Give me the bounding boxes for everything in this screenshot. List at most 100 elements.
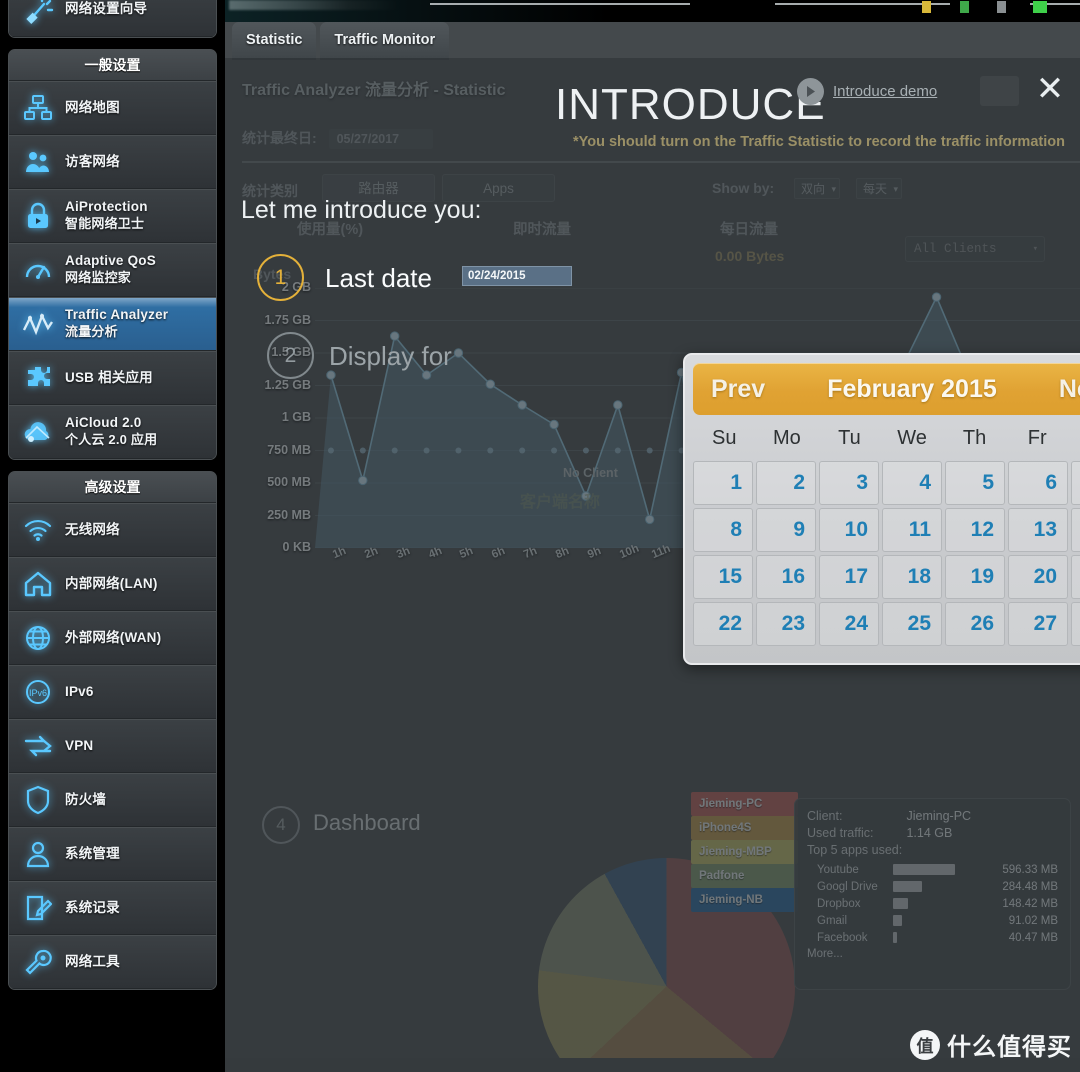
shield-icon [21, 783, 55, 817]
calendar-day-cell[interactable]: 11 [882, 508, 942, 552]
sidebar-item-label: Adaptive QoS [65, 253, 156, 269]
calendar-day-cell[interactable]: 8 [693, 508, 753, 552]
introduce-note: *You should turn on the Traffic Statisti… [573, 134, 1065, 150]
network-map-icon [21, 91, 55, 125]
sidebar-item-label: 无线网络 [65, 521, 120, 537]
date-picker-calendar: Prev February 2015 Next Su Mo Tu We Th Fr Sa 1… [683, 353, 1080, 665]
calendar-day-cell[interactable]: 12 [945, 508, 1005, 552]
sidebar-item-label: 内部网络(LAN) [65, 575, 158, 591]
sidebar-item-label: Traffic Analyzer [65, 307, 169, 323]
calendar-day-cell[interactable]: 1 [693, 461, 753, 505]
wand-icon [21, 0, 55, 27]
calendar-day-cell[interactable]: 13 [1008, 508, 1068, 552]
chart-line-icon [21, 307, 55, 341]
calendar-day-cell[interactable]: 22 [693, 602, 753, 646]
calendar-day-cell[interactable]: 5 [945, 461, 1005, 505]
tab-traffic-monitor[interactable]: Traffic Monitor [320, 22, 450, 60]
calendar-day-cell[interactable]: 2 [756, 461, 816, 505]
calendar-day-cell[interactable]: 28 [1071, 602, 1080, 646]
sidebar-item-firewall[interactable]: 防火墙 [9, 773, 216, 827]
sidebar-advanced-header: 高级设置 [9, 472, 216, 503]
sidebar-item-aiprotection[interactable]: AiProtection 智能网络卫士 [9, 189, 216, 243]
sidebar-item-label: 系统记录 [65, 899, 120, 915]
tab-bar: Statistic Traffic Monitor [232, 22, 450, 60]
close-icon[interactable]: ✕ [1030, 70, 1070, 110]
introduce-placeholder-box[interactable] [980, 76, 1019, 106]
sidebar-item-traffic-analyzer[interactable]: Traffic Analyzer 流量分析 [9, 297, 216, 351]
calendar-day-cell[interactable]: 20 [1008, 555, 1068, 599]
sidebar-item-system-log[interactable]: 系统记录 [9, 881, 216, 935]
calendar-day-cell[interactable]: 23 [756, 602, 816, 646]
sidebar-item-network-map[interactable]: 网络地图 [9, 81, 216, 135]
sidebar-item-usb-application[interactable]: USB 相关应用 [9, 351, 216, 405]
calendar-weekday: Tu [838, 426, 861, 449]
step-1-label: Last date [325, 263, 432, 293]
app-root: 网络设置向导 一般设置 网络地图 访客网络 AiProtection 智能网络卫… [0, 0, 1080, 1072]
calendar-day-cell[interactable]: 17 [819, 555, 879, 599]
log-icon [21, 891, 55, 925]
top-strip-text-blur [229, 0, 399, 10]
sidebar-item-lan[interactable]: 内部网络(LAN) [9, 557, 216, 611]
sidebar-item-label: IPv6 [65, 683, 94, 699]
last-date-input[interactable]: 02/24/2015 [462, 266, 572, 286]
calendar-day-cell[interactable]: 10 [819, 508, 879, 552]
sidebar-item-label: 系统管理 [65, 845, 120, 861]
sidebar-item-vpn[interactable]: VPN [9, 719, 216, 773]
calendar-day-cell[interactable]: 16 [756, 555, 816, 599]
watermark-badge: 值 [910, 1029, 940, 1060]
sidebar-item-adaptive-qos[interactable]: Adaptive QoS 网络监控家 [9, 243, 216, 297]
sidebar-item-administration[interactable]: 系统管理 [9, 827, 216, 881]
sidebar-item-wireless[interactable]: 无线网络 [9, 503, 216, 557]
calendar-weekday: We [897, 426, 927, 449]
calendar-day-cell[interactable]: 19 [945, 555, 1005, 599]
introduce-intro-text: Let me introduce you: [241, 196, 482, 224]
sidebar-item-sublabel: 个人云 2.0 应用 [65, 432, 158, 448]
sidebar-item-ipv6[interactable]: IPv6 IPv6 [9, 665, 216, 719]
calendar-day-cell[interactable]: 3 [819, 461, 879, 505]
main-area: Statistic Traffic Monitor Traffic Analyz… [225, 0, 1080, 1072]
calendar-week-row: 891011121314 [693, 508, 1080, 552]
play-icon[interactable] [797, 78, 824, 105]
calendar-day-cell[interactable]: 15 [693, 555, 753, 599]
vpn-icon [21, 729, 55, 763]
calendar-day-cell[interactable]: 21 [1071, 555, 1080, 599]
sidebar-item-label: 网络工具 [65, 953, 120, 969]
sidebar-item-guest-network[interactable]: 访客网络 [9, 135, 216, 189]
calendar-day-cell[interactable]: 26 [945, 602, 1005, 646]
sidebar-general-header: 一般设置 [9, 50, 216, 81]
sidebar-item-network-tools[interactable]: 网络工具 [9, 935, 216, 989]
sidebar-card-general: 一般设置 网络地图 访客网络 AiProtection 智能网络卫士 Adapt… [8, 49, 217, 460]
calendar-day-cell[interactable]: 24 [819, 602, 879, 646]
sidebar-item-label: 访客网络 [65, 153, 120, 169]
calendar-week-row: 22232425262728 [693, 602, 1080, 646]
calendar-day-cell[interactable]: 6 [1008, 461, 1068, 505]
sidebar-item-aicloud[interactable]: AiCloud 2.0 个人云 2.0 应用 [9, 405, 216, 459]
sidebar-item-network-wizard[interactable]: 网络设置向导 [9, 0, 216, 37]
calendar-day-cell[interactable]: 25 [882, 602, 942, 646]
gauge-icon [21, 253, 55, 287]
wrench-icon [21, 945, 55, 979]
introduce-demo-link[interactable]: Introduce demo [833, 83, 937, 100]
calendar-day-cell[interactable]: 18 [882, 555, 942, 599]
tab-statistic[interactable]: Statistic [232, 22, 317, 60]
sidebar-item-wan[interactable]: 外部网络(WAN) [9, 611, 216, 665]
home-icon [21, 567, 55, 601]
sidebar-item-label: AiCloud 2.0 [65, 415, 142, 431]
calendar-day-cell[interactable]: 9 [756, 508, 816, 552]
calendar-next-button[interactable]: Next [1059, 375, 1080, 404]
calendar-grid: 1234567891011121314151617181920212223242… [693, 461, 1080, 646]
introduce-overlay: INTRODUCE Introduce demo ✕ *You should t… [225, 58, 1080, 1072]
calendar-day-cell[interactable]: 7 [1071, 461, 1080, 505]
sidebar-item-label: VPN [65, 737, 94, 753]
sidebar-item-sublabel: 网络监控家 [65, 270, 132, 286]
sidebar-item-label: 网络设置向导 [65, 1, 148, 17]
sidebar-card-wizard: 网络设置向导 [8, 0, 217, 38]
calendar-day-cell[interactable]: 14 [1071, 508, 1080, 552]
calendar-weekday: Th [962, 426, 987, 449]
status-icon [922, 1, 931, 13]
calendar-day-cell[interactable]: 4 [882, 461, 942, 505]
status-icon [1033, 1, 1047, 13]
sidebar-item-label: 防火墙 [65, 791, 107, 807]
sidebar-item-sublabel: 流量分析 [65, 324, 118, 340]
calendar-day-cell[interactable]: 27 [1008, 602, 1068, 646]
